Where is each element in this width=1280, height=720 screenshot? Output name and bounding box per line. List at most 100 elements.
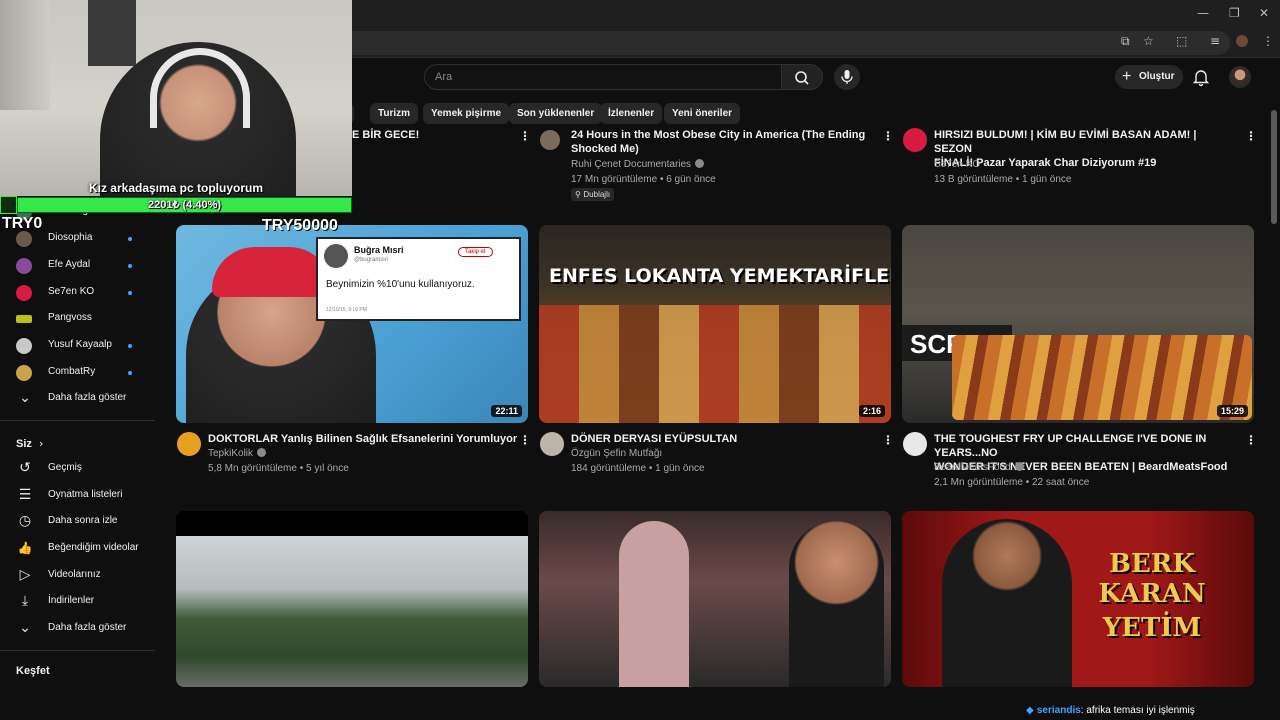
clock-icon: ◷ xyxy=(18,513,32,529)
duration-badge: 2:16 xyxy=(858,405,885,417)
sidebar-item-label: Daha sonra izle xyxy=(48,515,118,526)
sidebar-item-label: Daha fazla göster xyxy=(48,622,127,633)
your-videos-icon: ▷ xyxy=(19,567,31,583)
channel-avatar[interactable] xyxy=(540,432,564,456)
sidebar-item-watch-later[interactable]: ◷ Daha sonra izle xyxy=(0,509,160,535)
more-options-icon[interactable]: ⋮ xyxy=(519,433,531,447)
sidebar-item-liked-videos[interactable]: 👍 Beğendiğim videolar xyxy=(0,536,160,562)
search-input[interactable]: Ara xyxy=(424,64,782,90)
video-title[interactable]: DOKTORLAR Yanlış Bilinen Sağlık Efsanele… xyxy=(208,432,517,446)
video-title[interactable]: E BİR GECE! xyxy=(352,128,432,142)
goal-indicator xyxy=(0,196,17,214)
video-meta: 5,8 Mn görüntüleme • 5 yıl önce xyxy=(208,463,349,474)
more-options-icon[interactable]: ⋮ xyxy=(1245,129,1257,143)
video-title-line: THE TOUGHEST FRY UP CHALLENGE I'VE DONE … xyxy=(934,433,1207,459)
sidebar-show-more-2[interactable]: ⌄ Daha fazla göster xyxy=(0,616,160,642)
new-content-dot xyxy=(128,291,132,295)
profile-icon[interactable] xyxy=(1236,35,1248,47)
video-title-line: Shocked Me) xyxy=(571,143,639,155)
verified-icon xyxy=(1014,462,1024,471)
person-figure xyxy=(789,521,884,687)
video-thumbnail[interactable]: Buğra Mısri @bugramisri Takip et Beynimi… xyxy=(176,225,528,423)
account-avatar[interactable] xyxy=(1229,66,1251,88)
video-title[interactable]: DÖNER DERYASI EYÜPSULTAN xyxy=(571,432,871,446)
history-icon: ↺ xyxy=(19,460,31,476)
webcam-overlay xyxy=(0,0,352,196)
create-button[interactable]: + Oluştur xyxy=(1115,65,1183,89)
tweet-name: Buğra Mısri xyxy=(354,245,404,255)
chip-son-yuklenenler[interactable]: Son yüklenenler xyxy=(509,103,603,124)
video-thumbnail[interactable]: BERK KARAN YETİM xyxy=(902,511,1254,687)
chat-message: ◆ seriandis: afrika teması iyi işlenmiş xyxy=(1026,705,1195,716)
sidebar-item-label: İndirilenler xyxy=(48,595,95,606)
sidebar-item-efe-aydal[interactable]: Efe Aydal xyxy=(0,253,160,279)
video-meta: 17 Mn görüntüleme • 6 gün önce xyxy=(571,174,716,185)
channel-avatar[interactable] xyxy=(540,130,560,150)
sidebar-item-playlists[interactable]: ☰ Oynatma listeleri xyxy=(0,483,160,509)
media-control-icon[interactable]: ≡ xyxy=(1210,35,1220,47)
sidebar-item-yusuf-kayaalp[interactable]: Yusuf Kayaalp xyxy=(0,333,160,359)
sidebar-item-se7en-ko[interactable]: Se7en KO xyxy=(0,280,160,306)
sidebar-item-pangvoss[interactable]: Pangvoss xyxy=(0,306,160,332)
notifications-button[interactable] xyxy=(1191,67,1211,87)
chip-yeni-oneriler[interactable]: Yeni öneriler xyxy=(664,103,741,124)
sidebar-item-your-videos[interactable]: ▷ Videolarınız xyxy=(0,563,160,589)
sidebar-divider xyxy=(0,420,155,421)
address-bar[interactable] xyxy=(230,31,1230,55)
channel-name[interactable]: Ruhi Çenet Documentaries xyxy=(571,159,705,170)
video-thumbnail[interactable]: SCRAN 15:29 xyxy=(902,225,1254,423)
more-options-icon[interactable]: ⋮ xyxy=(882,433,894,447)
tweet-avatar xyxy=(324,244,348,268)
cast-icon[interactable]: ⧉ xyxy=(1121,35,1130,47)
chat-text: : afrika teması iyi işlenmiş xyxy=(1080,705,1195,716)
landscape-image xyxy=(176,536,528,687)
video-thumbnail[interactable] xyxy=(539,511,891,687)
chip-turizm[interactable]: Turizm xyxy=(370,103,419,124)
channel-avatar[interactable] xyxy=(903,432,927,456)
channel-name[interactable]: TepkiKolik xyxy=(208,448,267,459)
sidebar-you-heading[interactable]: Siz › xyxy=(16,437,43,450)
channel-name-text: TepkiKolik xyxy=(208,448,254,459)
chip-yemek-pisirme[interactable]: Yemek pişirme xyxy=(423,103,510,124)
minimize-icon[interactable]: — xyxy=(1197,6,1209,20)
video-title-line: 24 Hours in the Most Obese City in Ameri… xyxy=(571,129,866,141)
video-meta: 13 B görüntüleme • 1 gün önce xyxy=(934,174,1072,185)
sidebar-item-downloads[interactable]: ⤓ İndirilenler xyxy=(0,589,160,615)
new-content-dot xyxy=(128,264,132,268)
channel-name-text: BeardMeatsFood xyxy=(934,462,1011,473)
search-button[interactable] xyxy=(781,64,823,90)
extensions-icon[interactable]: ⬚ xyxy=(1176,35,1187,47)
browser-menu-icon[interactable]: ⋮ xyxy=(1262,35,1274,47)
video-title[interactable]: 24 Hours in the Most Obese City in Ameri… xyxy=(571,128,871,156)
chat-username: seriandis xyxy=(1036,705,1081,716)
channel-name[interactable]: Özgün Şefin Mutfağı xyxy=(571,448,662,459)
food-platter xyxy=(952,335,1252,420)
maximize-icon[interactable]: ❐ xyxy=(1229,6,1240,20)
scrollbar-thumb[interactable] xyxy=(1271,110,1277,224)
more-options-icon[interactable]: ⋮ xyxy=(1245,433,1257,447)
more-options-icon[interactable]: ⋮ xyxy=(519,129,531,143)
like-icon: 👍 xyxy=(17,541,33,555)
channel-avatar xyxy=(16,258,32,274)
chip-izlenenler[interactable]: İzlenenler xyxy=(600,103,663,124)
close-icon[interactable]: ✕ xyxy=(1259,6,1269,20)
channel-avatar[interactable] xyxy=(177,432,201,456)
video-thumbnail[interactable] xyxy=(176,511,528,687)
video-thumbnail[interactable]: ENFES LOKANTA YEMEKTARİFLERİ 2:16 xyxy=(539,225,891,423)
channel-name[interactable]: Se7en KO xyxy=(934,159,980,170)
thumbnail-overlay-text: ENFES LOKANTA YEMEKTARİFLERİ xyxy=(549,265,891,287)
sidebar-item-combatry[interactable]: CombatRy xyxy=(0,360,160,386)
create-label: Oluştur xyxy=(1139,71,1175,82)
sidebar-item-history[interactable]: ↺ Geçmiş xyxy=(0,456,160,482)
bookmark-star-icon[interactable]: ☆ xyxy=(1143,35,1154,47)
channel-name[interactable]: BeardMeatsFood xyxy=(934,462,1024,473)
voice-search-button[interactable] xyxy=(834,64,860,90)
bell-icon xyxy=(1192,70,1210,87)
channel-name-text: Ruhi Çenet Documentaries xyxy=(571,159,692,170)
channel-avatar xyxy=(16,338,32,354)
sidebar-show-more[interactable]: ⌄ Daha fazla göster xyxy=(0,386,160,412)
sidebar-item-label: Efe Aydal xyxy=(48,259,91,270)
dubbed-label: Dublajlı xyxy=(583,190,611,199)
more-options-icon[interactable]: ⋮ xyxy=(882,129,894,143)
channel-avatar[interactable] xyxy=(903,128,927,152)
